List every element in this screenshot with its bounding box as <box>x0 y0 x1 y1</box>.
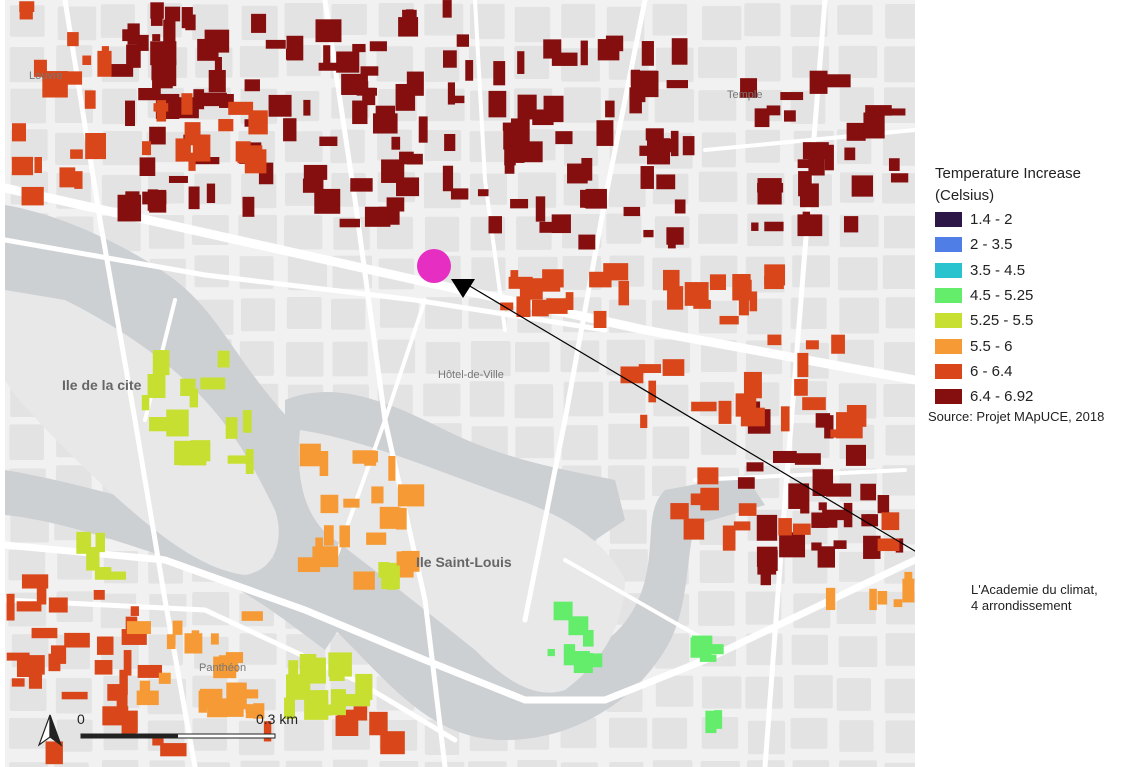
legend-label: 4.5 - 5.25 <box>970 287 1034 305</box>
legend-item: 5.5 - 6 <box>935 333 1138 358</box>
legend-label: 5.5 - 6 <box>970 337 1013 355</box>
scale-bar-start-label: 0 <box>77 711 85 727</box>
place-label-hotel-de-ville: Hôtel-de-Ville <box>438 369 504 381</box>
legend-label: 2 - 3.5 <box>970 236 1013 254</box>
legend-swatch <box>935 363 962 379</box>
place-label-ile-saint-louis: Ile Saint-Louis <box>416 554 512 570</box>
legend-title: Temperature Increase (Celsius) <box>935 165 1081 204</box>
legend-label: 6.4 - 6.92 <box>970 388 1034 406</box>
legend-source: Source: Projet MApUCE, 2018 <box>928 409 1105 425</box>
legend-item: 6 - 6.4 <box>935 359 1138 384</box>
legend-swatch <box>935 288 962 304</box>
legend-item: 3.5 - 4.5 <box>935 258 1138 283</box>
legend-item: 4.5 - 5.25 <box>935 283 1138 308</box>
scale-bar-end-label: 0.3 km <box>256 711 299 727</box>
place-label-louvre: Louvre <box>29 70 63 82</box>
map-panel[interactable]: Louvre Temple Ile de la cite Hôtel-de-Vi… <box>5 0 915 767</box>
legend-swatch <box>935 262 962 278</box>
legend-rows: 1.4 - 2 2 - 3.5 3.5 - 4.5 4.5 - 5.25 5.25 - … <box>928 207 1138 409</box>
scale-bar <box>80 733 276 739</box>
legend-item: 2 - 3.5 <box>935 232 1138 257</box>
callout-line-2: 4 arrondissement <box>971 598 1072 613</box>
callout-line-1: L'Academie du climat, <box>971 582 1098 597</box>
map-canvas[interactable] <box>5 0 915 767</box>
callout-label: L'Academie du climat, 4 arrondissement <box>971 582 1098 614</box>
legend-swatch <box>935 313 962 329</box>
legend-swatch <box>935 237 962 253</box>
legend-item: 1.4 - 2 <box>935 207 1138 232</box>
legend-label: 6 - 6.4 <box>970 362 1013 380</box>
legend-item: 6.4 - 6.92 <box>935 384 1138 409</box>
legend-label: 5.25 - 5.5 <box>970 312 1034 330</box>
legend-item: 5.25 - 5.5 <box>935 308 1138 333</box>
legend: Temperature Increase (Celsius) 1.4 - 2 2 … <box>928 163 1138 424</box>
academie-du-climat-marker[interactable] <box>417 249 451 283</box>
place-label-temple: Temple <box>727 89 763 101</box>
legend-swatch <box>935 338 962 354</box>
legend-label: 1.4 - 2 <box>970 211 1013 229</box>
legend-swatch <box>935 212 962 228</box>
place-label-pantheon: Panthéon <box>199 662 247 674</box>
legend-label: 3.5 - 4.5 <box>970 261 1026 279</box>
place-label-ile-de-la-cite: Ile de la cite <box>62 377 142 393</box>
legend-swatch <box>935 389 962 405</box>
